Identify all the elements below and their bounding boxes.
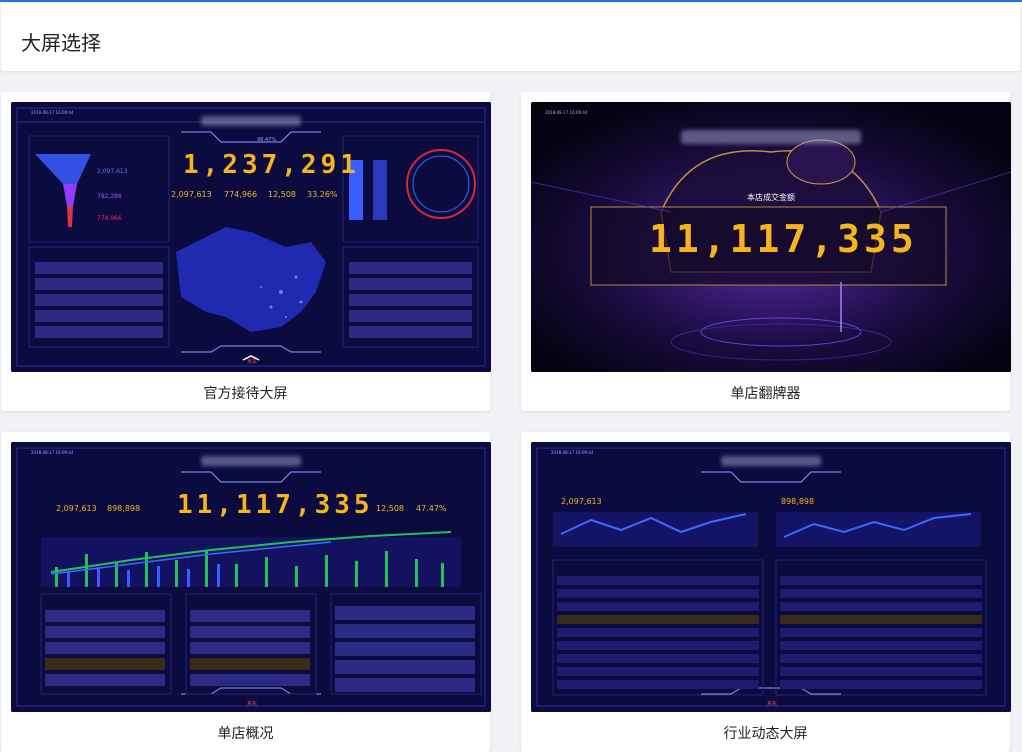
stat-2: 898,898 [107,504,141,513]
screen-caption[interactable]: 行业动态大屏 [521,723,1010,743]
stat-4: 47.47% [416,504,447,513]
thumbnail-graphic [531,442,1011,712]
screen-card-store-overview[interactable]: 2018-08-17 16:09:44 11,117,335 2,097,613… [1,432,491,752]
screen-title-blurred [721,456,821,466]
screen-card-industry[interactable]: 2018-08-17 16:09:44 2,097,613 898,898 京东… [521,432,1011,752]
funnel-value-1: 2,097,613 [97,168,128,175]
screen-caption[interactable]: 单店概况 [1,723,490,743]
thumbnail-graphic [11,102,491,372]
page-title: 大屏选择 [21,31,101,55]
screen-thumbnail[interactable]: 2018-08-17 16:09:44 98.47% 1,237,291 2,0… [11,102,491,372]
screen-caption[interactable]: 单店翻牌器 [521,383,1010,403]
screen-card-official[interactable]: 2018-08-17 16:09:44 98.47% 1,237,291 2,0… [1,92,491,411]
screen-title-blurred [681,130,861,144]
screen-thumbnail[interactable]: 2018-08-17 16:09:44 11,117,335 2,097,613… [11,442,491,712]
timestamp-label: 2018-08-17 16:09:44 [545,110,588,115]
stat-2: 898,898 [781,497,815,506]
top-accent-line [0,0,1022,2]
jd-logo-icon: 京东 [247,359,258,365]
main-number: 11,117,335 [177,490,374,520]
main-number: 11,117,335 [649,217,918,261]
stat-1: 2,097,613 [561,497,602,506]
screen-thumbnail[interactable]: 2018-08-17 16:09:44 本店成交金额 11,117,335 [531,102,1011,372]
screen-card-flip[interactable]: 2018-08-17 16:09:44 本店成交金额 11,117,335 单店… [521,92,1011,411]
stat-2: 774,966 [224,190,258,199]
stat-1: 2,097,613 [171,190,212,199]
stat-4: 33.26% [307,190,338,199]
thumbnail-graphic [11,442,491,712]
stat-1: 2,097,613 [56,504,97,513]
screen-title-blurred [201,116,301,126]
timestamp-label: 2018-08-17 16:09:44 [551,450,594,455]
screen-caption[interactable]: 官方接待大屏 [1,383,490,403]
timestamp-label: 2018-08-17 16:09:44 [31,110,74,115]
screen-title-blurred [201,456,301,466]
funnel-value-3: 774,966 [97,215,122,222]
screen-thumbnail[interactable]: 2018-08-17 16:09:44 2,097,613 898,898 京东 [531,442,1011,712]
ratio-label: 98.47% [257,137,277,143]
stat-3: 12,508 [376,504,404,513]
stat-3: 12,508 [268,190,296,199]
jd-logo-icon: 京东 [767,701,778,707]
funnel-value-2: 782,286 [97,193,122,200]
jd-logo-icon: 京东 [247,701,258,707]
main-number: 1,237,291 [183,150,360,180]
timestamp-label: 2018-08-17 16:09:44 [31,450,74,455]
page-header: 大屏选择 [1,3,1020,71]
amount-label: 本店成交金额 [747,193,795,202]
